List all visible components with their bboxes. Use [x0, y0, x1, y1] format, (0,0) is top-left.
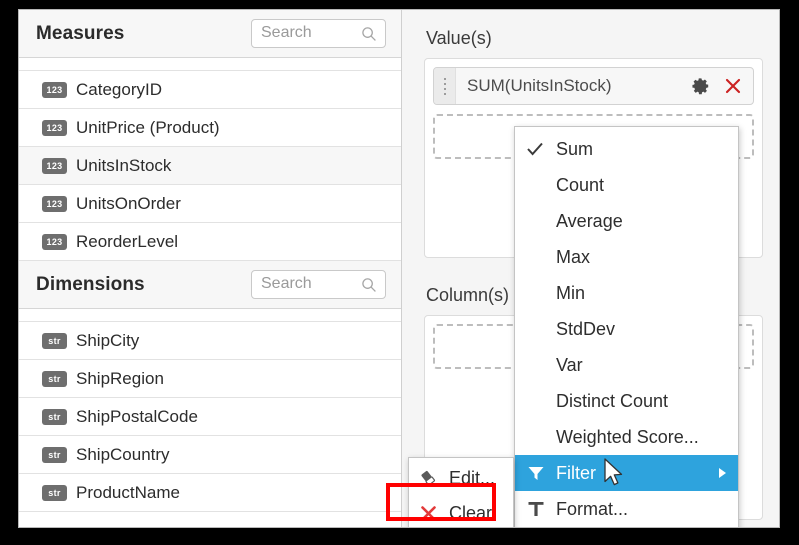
menu-item-label: Average [556, 210, 623, 231]
menu-item-max[interactable]: Max [515, 239, 738, 275]
menu-item-label: Sum [556, 138, 594, 159]
aggregation-dropdown-menu: Sum Count Average Max Min StdDev Var Dis… [514, 126, 739, 527]
field-label: ShipCountry [76, 444, 170, 464]
search-icon [361, 277, 377, 293]
menu-item-distinct-count[interactable]: Distinct Count [515, 383, 738, 419]
field-type-badge: 123 [42, 119, 67, 136]
field-label: CategoryID [76, 79, 162, 99]
field-type-badge: 123 [42, 157, 67, 174]
field-type-badge: str [42, 408, 67, 425]
field-row-unitprice-product[interactable]: 123 UnitPrice (Product) [19, 109, 401, 147]
context-menu-item-label: Edit... [449, 468, 496, 488]
menu-item-format[interactable]: Format... [515, 491, 738, 527]
menu-item-weighted-score[interactable]: Weighted Score... [515, 419, 738, 455]
field-row-shipregion[interactable]: str ShipRegion [19, 360, 401, 398]
menu-item-label: Min [556, 282, 586, 303]
dimensions-clipped-row [19, 309, 401, 322]
menu-item-label: Weighted Score... [556, 426, 699, 447]
dimensions-title: Dimensions [36, 274, 145, 295]
measures-clipped-row: 123 [19, 58, 401, 71]
field-row-productname[interactable]: str ProductName [19, 474, 401, 512]
drag-handle-icon[interactable] [434, 68, 456, 104]
field-row-categoryid[interactable]: 123 CategoryID [19, 71, 401, 109]
screenshot-root: Measures Search 123 123 CategoryID [0, 0, 799, 545]
field-label: ProductName [76, 482, 180, 502]
menu-item-sum[interactable]: Sum [515, 131, 738, 167]
field-label: ShipPostalCode [76, 406, 198, 426]
values-label: Value(s) [426, 28, 492, 48]
value-chip-label: SUM(UnitsInStock) [467, 76, 612, 95]
menu-item-label: StdDev [556, 318, 616, 339]
menu-item-filter[interactable]: Filter [515, 455, 738, 491]
red-x-icon [419, 504, 438, 523]
menu-item-label: Format... [556, 498, 629, 519]
measures-search-input[interactable]: Search [251, 19, 386, 48]
field-row-shipcity[interactable]: str ShipCity [19, 322, 401, 360]
field-type-badge: 123 [42, 233, 67, 250]
field-label: ShipRegion [76, 368, 164, 388]
menu-item-label: Count [556, 174, 605, 195]
measures-header: Measures Search [19, 10, 401, 58]
menu-item-label: Distinct Count [556, 390, 669, 411]
search-icon [361, 26, 377, 42]
check-icon [525, 139, 545, 159]
dimensions-search-placeholder: Search [261, 275, 312, 292]
menu-item-average[interactable]: Average [515, 203, 738, 239]
dimensions-search-input[interactable]: Search [251, 270, 386, 299]
context-menu-item-edit[interactable]: Edit... [409, 461, 513, 496]
field-row-unitsinstock[interactable]: 123 UnitsInStock [19, 147, 401, 185]
submenu-arrow-icon [719, 468, 726, 478]
measures-search-placeholder: Search [261, 24, 312, 41]
field-context-menu: Edit... Clear [408, 457, 514, 527]
menu-item-count[interactable]: Count [515, 167, 738, 203]
field-row-unitsonorder[interactable]: 123 UnitsOnOrder [19, 185, 401, 223]
menu-item-var[interactable]: Var [515, 347, 738, 383]
context-menu-item-clear[interactable]: Clear [409, 496, 513, 527]
remove-value-icon[interactable] [724, 77, 742, 95]
field-type-badge: str [42, 484, 67, 501]
fields-panel: Measures Search 123 123 CategoryID [19, 10, 402, 527]
menu-item-label: Max [556, 246, 591, 267]
value-chip-sum-unitsinstock[interactable]: SUM(UnitsInStock) [433, 67, 754, 105]
field-label: ShipCity [76, 330, 140, 350]
menu-item-label: Filter [556, 462, 596, 483]
field-chooser-window: Measures Search 123 123 CategoryID [18, 9, 780, 528]
gear-icon[interactable] [692, 77, 710, 95]
context-menu-item-label: Clear [449, 503, 493, 523]
field-row-reorderlevel[interactable]: 123 ReorderLevel [19, 223, 401, 261]
dimensions-header: Dimensions Search [19, 261, 401, 309]
field-label: UnitsInStock [76, 155, 172, 175]
field-type-badge: str [42, 446, 67, 463]
field-label: UnitsOnOrder [76, 193, 181, 213]
dimensions-list: str ShipCity str ShipRegion str ShipPost… [19, 322, 401, 512]
menu-item-min[interactable]: Min [515, 275, 738, 311]
measures-title: Measures [36, 23, 125, 44]
text-format-icon [526, 499, 546, 519]
field-type-badge: str [42, 332, 67, 349]
menu-item-label: Var [556, 354, 583, 375]
eraser-icon [419, 469, 438, 488]
field-label: UnitPrice (Product) [76, 117, 220, 137]
funnel-icon [526, 463, 546, 483]
field-type-badge: str [42, 370, 67, 387]
field-row-shipcountry[interactable]: str ShipCountry [19, 436, 401, 474]
menu-item-stddev[interactable]: StdDev [515, 311, 738, 347]
field-label: ReorderLevel [76, 231, 179, 251]
field-type-badge: 123 [42, 195, 67, 212]
measures-list: 123 CategoryID 123 UnitPrice (Product) 1… [19, 71, 401, 261]
field-row-shippostalcode[interactable]: str ShipPostalCode [19, 398, 401, 436]
field-type-badge: 123 [42, 81, 67, 98]
